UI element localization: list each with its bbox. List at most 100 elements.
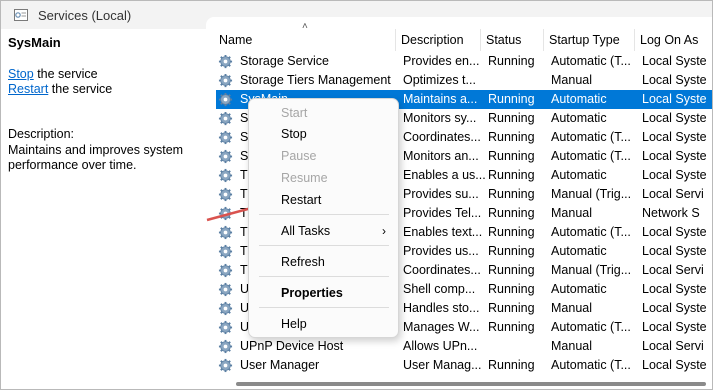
cell-startup: Manual (551, 73, 592, 87)
cell-startup: Automatic (551, 168, 607, 182)
cell-status: Running (488, 282, 535, 296)
cell-description: Shell comp... (403, 282, 476, 296)
cell-description: Monitors sy... (403, 111, 477, 125)
service-gear-icon (218, 263, 233, 278)
service-gear-icon (218, 168, 233, 183)
cell-status: Running (488, 111, 535, 125)
cell-status: Running (488, 301, 535, 315)
table-row[interactable]: Storage Tiers Management Optimizes t... Ma… (216, 71, 712, 90)
cell-status: Running (488, 130, 535, 144)
cell-logon: Local Syste (642, 244, 707, 258)
cell-logon: Local Servi (642, 339, 704, 353)
cell-startup: Automatic (T... (551, 54, 631, 68)
cell-name: User Manager (240, 358, 320, 372)
cell-logon: Local Syste (642, 73, 707, 87)
cell-status: Running (488, 168, 535, 182)
service-gear-icon (218, 73, 233, 88)
description-label: Description: (8, 127, 74, 141)
description-text: Maintains and improves system performanc… (8, 143, 184, 172)
cell-description: Enables text... (403, 225, 483, 239)
cell-startup: Automatic (T... (551, 149, 631, 163)
cell-status: Running (488, 244, 535, 258)
cell-logon: Network S (642, 206, 700, 220)
cell-status: Running (488, 54, 535, 68)
cell-logon: Local Syste (642, 168, 707, 182)
cell-logon: Local Syste (642, 320, 707, 334)
cell-status: Running (488, 187, 535, 201)
cell-description: Allows UPn... (403, 339, 478, 353)
cell-startup: Automatic (551, 111, 607, 125)
service-gear-icon (218, 130, 233, 145)
cell-logon: Local Servi (642, 187, 704, 201)
cell-startup: Automatic (551, 244, 607, 258)
restart-service-link[interactable]: Restart (8, 82, 48, 96)
menu-separator (259, 245, 389, 246)
menu-item-pause: Pause (281, 149, 317, 163)
service-gear-icon (218, 92, 233, 107)
cell-description: Manages W... (403, 320, 480, 334)
table-row[interactable]: User Manager User Manag... Running Automati… (216, 356, 712, 375)
cell-logon: Local Syste (642, 301, 707, 315)
menu-item-all-tasks[interactable]: All Tasks (281, 224, 330, 238)
menu-item-resume: Resume (281, 171, 328, 185)
service-gear-icon (218, 320, 233, 335)
service-gear-icon (218, 225, 233, 240)
restart-line: Restart the service (8, 82, 112, 96)
cell-description: Provides su... (403, 187, 479, 201)
menu-separator (259, 276, 389, 277)
service-gear-icon (218, 358, 233, 373)
service-gear-icon (218, 244, 233, 259)
cell-description: Handles sto... (403, 301, 480, 315)
cell-startup: Automatic (551, 282, 607, 296)
cell-description: Coordinates... (403, 263, 481, 277)
cell-description: Provides us... (403, 244, 479, 258)
extended-description-pane: SysMain Stop the service Restart the ser… (1, 29, 216, 389)
table-row[interactable]: Storage Service Provides en... Running Auto… (216, 52, 712, 71)
column-header-status[interactable]: Status (480, 29, 543, 51)
service-gear-icon (218, 111, 233, 126)
cell-status: Running (488, 225, 535, 239)
menu-item-stop[interactable]: Stop (281, 127, 307, 141)
horizontal-scrollbar[interactable] (236, 382, 706, 386)
table-row[interactable]: UPnP Device Host Allows UPn... Manual Local… (216, 337, 712, 356)
cell-status: Running (488, 358, 535, 372)
cell-logon: Local Syste (642, 358, 707, 372)
cell-startup: Manual (551, 339, 592, 353)
cell-logon: Local Syste (642, 149, 707, 163)
cell-description: Coordinates... (403, 130, 481, 144)
cell-name: UPnP Device Host (240, 339, 344, 353)
services-icon (14, 9, 28, 21)
cell-description: Enables a us... (403, 168, 486, 182)
cell-description: Provides Tel... (403, 206, 482, 220)
cell-startup: Automatic (T... (551, 225, 631, 239)
cell-startup: Automatic (T... (551, 320, 631, 334)
cell-startup: Automatic (551, 92, 607, 106)
cell-startup: Manual (551, 301, 592, 315)
service-gear-icon (218, 187, 233, 202)
menu-item-refresh[interactable]: Refresh (281, 255, 325, 269)
cell-description: Provides en... (403, 54, 480, 68)
stop-service-link[interactable]: Stop (8, 67, 34, 81)
column-header-name[interactable]: Name (214, 29, 396, 51)
cell-name: Storage Service (240, 54, 329, 68)
cell-logon: Local Servi (642, 263, 704, 277)
stop-suffix: the service (33, 67, 98, 81)
column-header-description[interactable]: Description (395, 29, 481, 51)
menu-item-help[interactable]: Help (281, 317, 307, 331)
cell-logon: Local Syste (642, 54, 707, 68)
window-title: Services (Local) (38, 8, 132, 23)
cell-status: Running (488, 92, 535, 106)
service-gear-icon (218, 206, 233, 221)
service-name-heading: SysMain (8, 35, 61, 50)
column-header-startup-type[interactable]: Startup Type (543, 29, 634, 51)
cell-startup: Automatic (T... (551, 358, 631, 372)
cell-description: Monitors an... (403, 149, 479, 163)
service-gear-icon (218, 54, 233, 69)
service-gear-icon (218, 339, 233, 354)
cell-logon: Local Syste (642, 282, 707, 296)
menu-item-restart[interactable]: Restart (281, 193, 321, 207)
menu-item-properties[interactable]: Properties (281, 286, 343, 300)
cell-logon: Local Syste (642, 111, 707, 125)
column-header-log-on-as[interactable]: Log On As (634, 29, 712, 51)
restart-suffix: the service (48, 82, 113, 96)
